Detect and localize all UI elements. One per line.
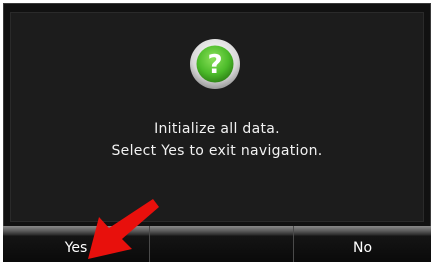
no-button[interactable]: No [294,226,431,262]
button-bar: Yes No [3,226,431,262]
yes-button[interactable]: Yes [3,226,150,262]
empty-button [150,226,294,262]
message-line-2: Select Yes to exit navigation. [111,143,323,159]
message-line-1: Initialize all data. [154,121,280,137]
dialog-message: Initialize all data. Select Yes to exit … [0,118,434,162]
question-icon: ? [190,39,240,89]
svg-text:?: ? [207,50,222,80]
navigation-screen: ? Initialize all data. Select Yes to exi… [0,0,434,265]
